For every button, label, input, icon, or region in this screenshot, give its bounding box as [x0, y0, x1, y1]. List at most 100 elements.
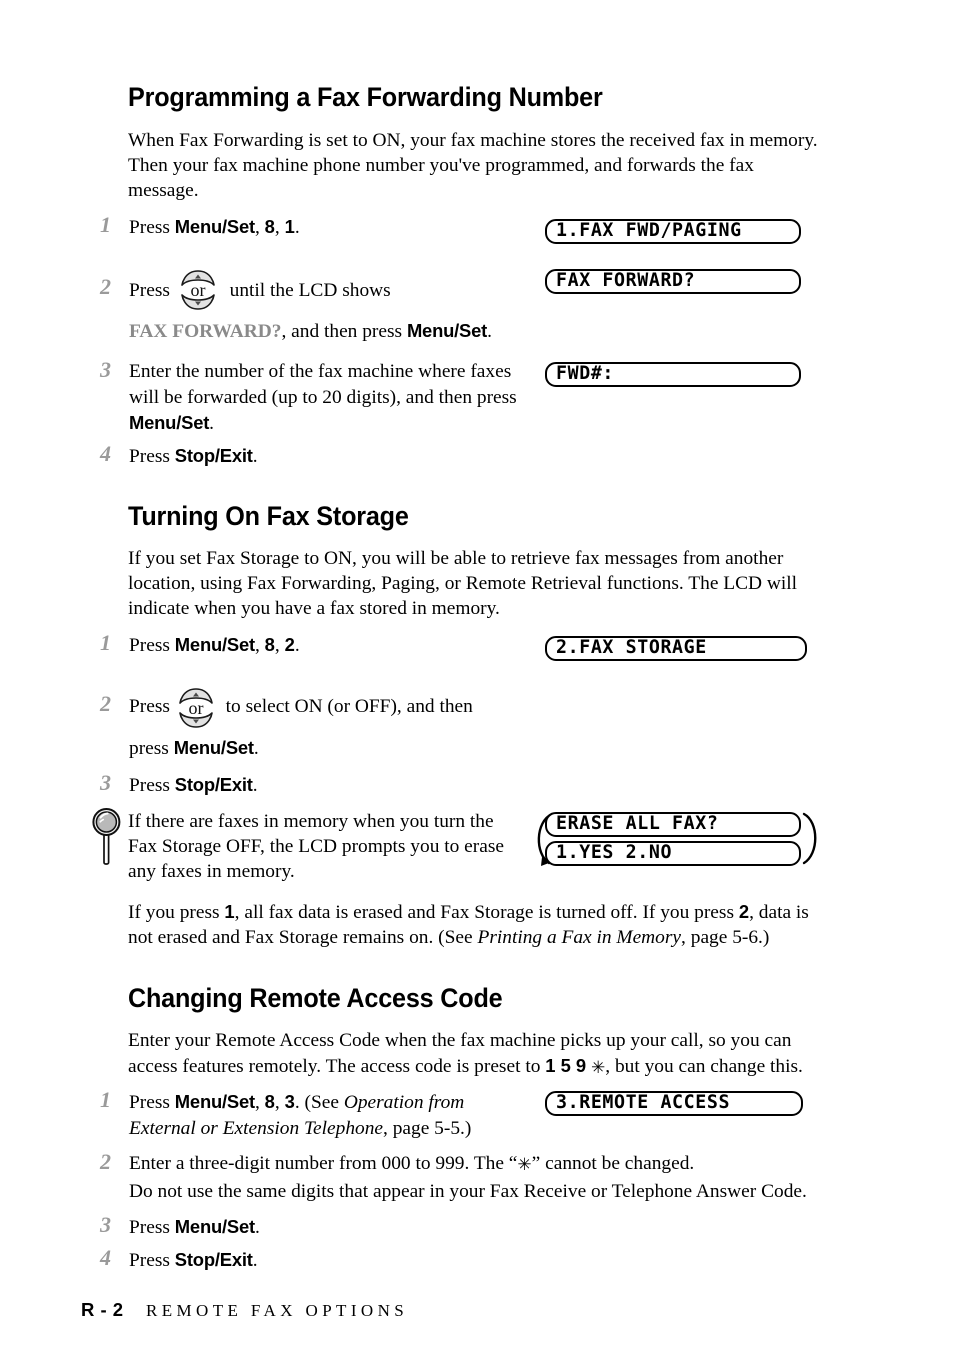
- lcd-text: 3.REMOTE ACCESS: [556, 1092, 731, 1114]
- step-text-line2: FAX FORWARD?, and then press Menu/Set.: [129, 318, 569, 345]
- cross-reference: Printing a Fax in Memory: [477, 927, 682, 949]
- key-1: 1: [284, 216, 295, 237]
- preset-access-code: 1 5 9: [545, 1055, 587, 1077]
- lcd-text: 1.FAX FWD/PAGING: [556, 220, 742, 242]
- button-menu-set: Menu/Set: [406, 320, 488, 341]
- period: .: [209, 413, 215, 434]
- step-text: Enter the number of the fax machine wher…: [129, 359, 529, 437]
- lcd-text: ERASE ALL FAX?: [556, 813, 719, 835]
- magnifier-icon: [90, 806, 124, 868]
- key-8: 8: [264, 634, 275, 655]
- period: .: [252, 775, 258, 796]
- section-intro-fax-storage: If you set Fax Storage to ON, you will b…: [128, 548, 798, 620]
- tail: , page 5-5.): [383, 1117, 472, 1139]
- step-text: Press Menu/Set, 8, 3. (See Operation fro…: [129, 1089, 519, 1141]
- period: .: [294, 635, 300, 656]
- step-body: Press: [129, 1250, 175, 1271]
- step-text: Press Menu/Set.: [129, 1214, 529, 1241]
- button-menu-set: Menu/Set: [174, 634, 255, 655]
- footer-section-title: REMOTE FAX OPTIONS: [146, 1301, 409, 1320]
- step-number: 1: [100, 630, 111, 655]
- step-line1a: Enter a three-digit number from 000 to 9…: [129, 1153, 518, 1174]
- step-lead: Press: [129, 217, 175, 238]
- button-stop-exit: Stop/Exit: [174, 1249, 253, 1270]
- mid: , and then press: [281, 321, 407, 342]
- lcd-pair-group: ERASE ALL FAX? 1.YES 2.NO: [497, 808, 827, 872]
- asterisk-key-icon: ✳: [517, 1155, 532, 1175]
- tip-text: If there are faxes in memory when you tu…: [128, 811, 504, 883]
- step-number: 4: [100, 1245, 111, 1270]
- outro-a: If you press: [128, 902, 225, 923]
- step-body: Press: [129, 1217, 175, 1238]
- intro-b: , but you can change this.: [605, 1056, 803, 1078]
- lcd-display: FWD#:: [545, 362, 801, 387]
- section-intro-remote-access: Enter your Remote Access Code when the f…: [128, 1028, 828, 1081]
- step-number: 3: [100, 1212, 111, 1237]
- sep: ,: [274, 217, 285, 238]
- step-number: 3: [100, 770, 111, 795]
- step-line1b: ” cannot be changed.: [531, 1153, 695, 1174]
- section-heading-fax-forwarding: Programming a Fax Forwarding Number: [128, 82, 603, 112]
- sep: ,: [254, 1092, 265, 1113]
- outro-b: , all fax data is erased and Fax Storage…: [234, 902, 739, 923]
- step-text: Press Stop/Exit.: [129, 443, 529, 470]
- key-2: 2: [738, 901, 750, 922]
- key-1: 1: [224, 901, 235, 922]
- step-text: Press Stop/Exit.: [129, 1247, 529, 1274]
- key-8: 8: [264, 1091, 275, 1112]
- lcd-text: 1.YES 2.NO: [556, 842, 673, 864]
- lcd-display: 1.YES 2.NO: [545, 841, 801, 866]
- step-body: Enter the number of the fax machine wher…: [129, 361, 517, 408]
- sep: . (See: [294, 1092, 344, 1113]
- step-tail: until the LCD shows: [224, 280, 391, 301]
- lcd-display: 2.FAX STORAGE: [545, 636, 807, 661]
- step-number: 2: [100, 1149, 111, 1174]
- button-menu-set: Menu/Set: [174, 1216, 255, 1237]
- sep: ,: [274, 635, 285, 656]
- step-text: Enter a three-digit number from 000 to 9…: [129, 1151, 849, 1204]
- lcd-prompt-reference: FAX FORWARD?: [129, 321, 282, 342]
- section-intro-fax-forwarding: When Fax Forwarding is set to ON, your f…: [128, 130, 818, 202]
- lcd-text: FAX FORWARD?: [556, 270, 696, 292]
- period: .: [253, 738, 259, 759]
- lcd-display: FAX FORWARD?: [545, 269, 801, 294]
- period: .: [252, 1250, 258, 1271]
- step-text-line2: press Menu/Set.: [129, 735, 549, 762]
- period: .: [252, 446, 258, 467]
- lcd-display: 1.FAX FWD/PAGING: [545, 219, 801, 244]
- step-lead: Press: [129, 1092, 175, 1113]
- section-heading-fax-storage: Turning On Fax Storage: [128, 501, 409, 531]
- step-number: 1: [100, 1087, 111, 1112]
- period: .: [487, 321, 492, 342]
- sep: ,: [254, 217, 265, 238]
- magnifier-icon-shape: [92, 808, 121, 865]
- button-stop-exit: Stop/Exit: [174, 774, 253, 795]
- button-menu-set: Menu/Set: [173, 737, 254, 758]
- updown-key-label: or: [188, 698, 204, 718]
- outro-d: , page 5-6.): [681, 927, 770, 949]
- updown-key-label: or: [190, 280, 206, 300]
- step-number: 1: [100, 212, 111, 237]
- step-text: Press Stop/Exit.: [129, 772, 529, 799]
- step-number: 3: [100, 357, 111, 382]
- button-menu-set: Menu/Set: [129, 412, 210, 433]
- lcd-text: FWD#:: [556, 363, 615, 385]
- key-2: 2: [284, 634, 295, 655]
- updown-key-icon: or: [174, 684, 218, 732]
- step-number: 2: [100, 691, 111, 716]
- step-lead: Press: [129, 280, 175, 301]
- step-number: 4: [100, 441, 111, 466]
- step-number: 2: [100, 274, 111, 299]
- key-8: 8: [264, 216, 275, 237]
- button-menu-set: Menu/Set: [174, 1091, 255, 1112]
- step-tail: to select ON (or OFF), and then: [220, 696, 473, 717]
- asterisk-key-icon: ✳: [591, 1058, 606, 1079]
- lcd-text: 2.FAX STORAGE: [556, 637, 707, 659]
- key-3: 3: [284, 1091, 295, 1112]
- updown-key-icon: or: [176, 266, 220, 314]
- footer-page-number: R - 2: [81, 1299, 124, 1320]
- step-lead: Press: [129, 696, 175, 717]
- sep: ,: [274, 1092, 285, 1113]
- step-body: Press: [129, 446, 175, 467]
- button-stop-exit: Stop/Exit: [174, 445, 253, 466]
